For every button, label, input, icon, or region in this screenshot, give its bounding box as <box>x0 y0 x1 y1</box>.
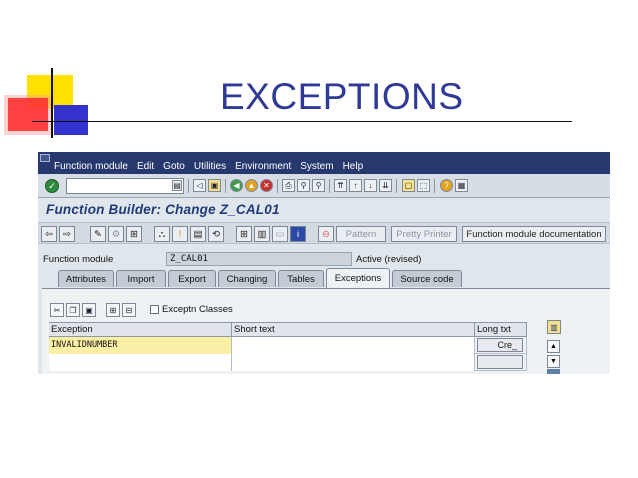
print-icon[interactable]: ⎙ <box>282 179 295 192</box>
copy-icon[interactable]: ❐ <box>66 303 80 317</box>
check-icon[interactable]: ⊞ <box>126 226 142 242</box>
tab-exceptions[interactable]: Exceptions <box>326 268 390 288</box>
exception-cell[interactable]: INVALIDNUMBER <box>49 337 232 354</box>
first-page-icon[interactable]: ⇈ <box>334 179 347 192</box>
cancel-icon[interactable]: ✕ <box>260 179 273 192</box>
column-header-long-text[interactable]: Long txt <box>475 323 527 338</box>
command-history-icon[interactable]: ▤ <box>172 180 182 191</box>
sap-window: Function module Edit Goto Utilities Envi… <box>38 152 610 374</box>
pattern-button[interactable]: Pattern <box>336 226 386 242</box>
activate-icon[interactable]: ⚙ <box>108 226 124 242</box>
info-icon[interactable]: i <box>290 226 306 242</box>
cut-icon[interactable]: ✂ <box>50 303 64 317</box>
decor-vertical-line <box>51 68 53 138</box>
hierarchy-icon[interactable]: ⊞ <box>236 226 252 242</box>
menu-environment[interactable]: Environment <box>235 161 291 172</box>
command-input[interactable] <box>67 182 183 196</box>
menu-utilities[interactable]: Utilities <box>194 161 226 172</box>
create-session-icon[interactable]: ▢ <box>402 179 415 192</box>
where-used-icon[interactable]: ⛬ <box>154 226 170 242</box>
back-icon[interactable]: ◀ <box>230 179 243 192</box>
exception-cell[interactable] <box>49 354 232 371</box>
screen-title: Function Builder: Change Z_CAL01 <box>46 202 280 217</box>
enhance-icon[interactable]: ▥ <box>254 226 270 242</box>
create-long-text-button[interactable]: Cre_ <box>477 338 523 352</box>
screen-title-bar: Function Builder: Change Z_CAL01 <box>38 199 610 219</box>
table-header: Exception Short text Long txt <box>49 322 527 338</box>
table-row <box>49 354 527 371</box>
short-text-cell[interactable] <box>232 354 475 371</box>
stop-icon[interactable]: ⊖ <box>318 226 334 242</box>
shortcut-icon[interactable]: ⬚ <box>417 179 430 192</box>
column-header-short-text[interactable]: Short text <box>232 323 475 338</box>
application-toolbar: ⇦ ⇨ ✎ ⚙ ⊞ ⛬ ! ▤ ⟲ ⊞ ▥ ▭ i ⊖ Pattern Pret… <box>38 222 610 244</box>
object-list-icon[interactable]: ▤ <box>190 226 206 242</box>
navigation-icon[interactable]: ⟲ <box>208 226 224 242</box>
activation-status: Active (revised) <box>356 254 422 265</box>
scroll-up-icon[interactable]: ▲ <box>547 340 560 353</box>
decor-blue-square <box>54 105 88 135</box>
system-menu-icon[interactable] <box>40 154 50 162</box>
exception-classes-option[interactable]: Exceptn Classes <box>150 304 233 315</box>
column-header-exception[interactable]: Exception <box>49 323 232 338</box>
find-next-icon[interactable]: ⚲ <box>312 179 325 192</box>
tab-import[interactable]: Import <box>116 270 166 287</box>
standard-toolbar: ✓ ▤ ◁ ▣ ◀ ▲ ✕ ⎙ ⚲ ⚲ ⇈ ↑ ↓ ⇊ ▢ ⬚ ? ▦ <box>38 174 610 198</box>
menu-bar: Function module Edit Goto Utilities Envi… <box>38 152 610 174</box>
tab-strip: Attributes Import Export Changing Tables… <box>38 268 610 288</box>
tab-changing[interactable]: Changing <box>218 270 276 287</box>
decor-horizontal-line <box>32 121 572 122</box>
next-page-icon[interactable]: ↓ <box>364 179 377 192</box>
tab-source-code[interactable]: Source code <box>392 270 462 287</box>
long-text-cell <box>475 354 527 371</box>
function-module-label: Function module <box>43 254 114 265</box>
menu-help[interactable]: Help <box>343 161 364 172</box>
inactive-icon[interactable]: ▭ <box>272 226 288 242</box>
function-module-value: Z_CAL01 <box>166 252 352 266</box>
find-icon[interactable]: ⚲ <box>297 179 310 192</box>
function-module-documentation-button[interactable]: Function module documentation <box>462 226 606 242</box>
menu-function-module[interactable]: Function module <box>54 161 128 172</box>
back-arrow-icon[interactable]: ⇦ <box>41 226 57 242</box>
function-module-row: Function module Z_CAL01 Active (revised) <box>38 250 610 268</box>
exceptions-panel: ✂ ❐ ▣ ⊞ ⊟ Exceptn Classes Exception Shor… <box>42 288 610 374</box>
display-change-icon[interactable]: ✎ <box>90 226 106 242</box>
forward-arrow-icon[interactable]: ⇨ <box>59 226 75 242</box>
exit-icon[interactable]: ▲ <box>245 179 258 192</box>
enter-check-icon[interactable]: ✓ <box>45 179 59 193</box>
scroll-down-icon[interactable]: ▼ <box>547 355 560 368</box>
test-icon[interactable]: ! <box>172 226 188 242</box>
menu-goto[interactable]: Goto <box>163 161 185 172</box>
paste-icon[interactable]: ▣ <box>82 303 96 317</box>
last-page-icon[interactable]: ⇊ <box>379 179 392 192</box>
create-long-text-button[interactable] <box>477 355 523 369</box>
slide-title: EXCEPTIONS <box>220 76 464 117</box>
save-icon[interactable]: ▣ <box>208 179 221 192</box>
tab-attributes[interactable]: Attributes <box>58 270 114 287</box>
help-icon[interactable]: ? <box>440 179 453 192</box>
previous-page-icon[interactable]: ↑ <box>349 179 362 192</box>
menu-system[interactable]: System <box>300 161 333 172</box>
menu-edit[interactable]: Edit <box>137 161 154 172</box>
exception-classes-label: Exceptn Classes <box>162 304 233 315</box>
exception-classes-checkbox[interactable] <box>150 305 159 314</box>
vertical-scrollbar[interactable] <box>547 369 560 374</box>
table-row: INVALIDNUMBER Cre_ <box>49 337 527 354</box>
history-back-icon[interactable]: ◁ <box>193 179 206 192</box>
long-text-cell: Cre_ <box>475 337 527 354</box>
delete-row-icon[interactable]: ⊟ <box>122 303 136 317</box>
tab-tables[interactable]: Tables <box>278 270 324 287</box>
tab-export[interactable]: Export <box>168 270 216 287</box>
command-field[interactable] <box>66 178 184 196</box>
insert-row-icon[interactable]: ⊞ <box>106 303 120 317</box>
short-text-cell[interactable] <box>232 337 475 354</box>
column-configuration-icon[interactable]: ▥ <box>547 320 561 334</box>
layout-menu-icon[interactable]: ▦ <box>455 179 468 192</box>
decor-red-square <box>8 98 48 131</box>
pretty-printer-button[interactable]: Pretty Printer <box>391 226 457 242</box>
